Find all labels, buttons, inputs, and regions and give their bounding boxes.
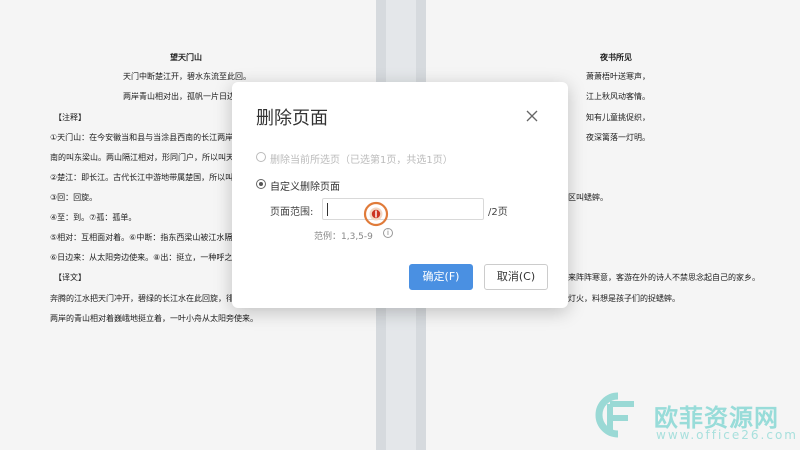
page-total-suffix: /2页 [488, 207, 508, 218]
dialog-title: 删除页面 [256, 108, 328, 129]
page-range-label: 页面范围: [270, 207, 314, 218]
option-delete-current-label: 删除当前所选页（已选第1页，共选1页） [270, 155, 453, 166]
watermark-url: www.office26.com [656, 428, 798, 442]
info-icon[interactable]: i [383, 228, 393, 238]
brand-logo-icon [595, 392, 634, 438]
confirm-button[interactable]: 确定(F) [409, 264, 473, 290]
radio-custom-delete[interactable] [256, 179, 266, 189]
cancel-button[interactable]: 取消(C) [484, 264, 548, 290]
text-caret [327, 203, 328, 216]
radio-delete-current[interactable] [256, 152, 266, 162]
delete-pages-dialog: 删除页面 删除当前所选页（已选第1页，共选1页） 自定义删除页面 页面范围: /… [232, 82, 568, 308]
close-icon[interactable] [524, 108, 540, 124]
click-indicator-icon [363, 201, 389, 227]
page-range-input[interactable] [322, 198, 484, 220]
option-custom-delete-label: 自定义删除页面 [270, 182, 340, 193]
range-example: 范例：1,3,5-9 [314, 232, 373, 242]
